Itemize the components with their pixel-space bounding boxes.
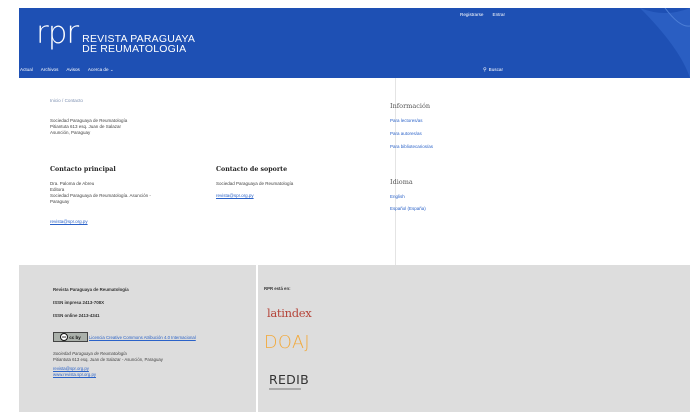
principal-affiliation-2: Paraguay: [50, 199, 70, 204]
logo-text: REVISTA PARAGUAYA DE REUMATOLOGIA: [82, 34, 195, 55]
cc-icon: cc: [60, 333, 69, 341]
breadcrumb-separator: /: [62, 98, 64, 103]
breadcrumb-current: Contacto: [64, 98, 83, 103]
nav-item-acerca-label: Acerca de: [87, 67, 109, 72]
nav-item-avisos[interactable]: Avisos: [66, 67, 79, 73]
site-logo[interactable]: rpr REVISTA PARAGUAYA DE REUMATOLOGIA: [36, 15, 195, 55]
mailing-address: Sociedad Paraguaya de Reumatología Pitia…: [50, 118, 127, 136]
main-content: Inicio / Contacto Sociedad Paraguaya de …: [19, 78, 690, 265]
support-contact-title: Contacto de soporte: [216, 166, 288, 173]
logo-mark: rpr: [36, 15, 79, 51]
breadcrumb-home[interactable]: Inicio: [50, 98, 61, 103]
register-link[interactable]: Registrarse: [460, 12, 484, 17]
doaj-logo[interactable]: DOAJ: [264, 333, 310, 353]
cc-badge-label: cc by: [69, 334, 81, 340]
breadcrumb: Inicio / Contacto: [50, 98, 83, 103]
license-link[interactable]: Licencia Creative Commons Atribución 4.0…: [89, 335, 196, 340]
search-label: Buscar: [488, 67, 503, 72]
support-name: Sociedad Paraguaya de Reumatología: [216, 181, 294, 186]
language-link-spanish[interactable]: Español (España): [390, 206, 426, 211]
creative-commons-badge[interactable]: cc cc by: [53, 332, 88, 342]
search-link[interactable]: ⚲ Buscar: [483, 67, 503, 73]
redib-logo[interactable]: REDIB: [269, 372, 309, 387]
address-line: Asunción, Paraguay: [50, 130, 91, 135]
chevron-down-icon: ⌄: [109, 67, 114, 72]
footer-email-link[interactable]: revista@spr.org.py: [53, 366, 89, 371]
footer-issn-online: ISSN online 2413-4341: [53, 313, 100, 318]
info-link-authors[interactable]: Para autores/as: [390, 131, 422, 136]
logo-line-2: DE REUMATOLOGIA: [82, 43, 187, 55]
footer-issn-print: ISSN impresa 2413-708X: [53, 300, 105, 305]
footer-divider: [256, 265, 258, 412]
nav-item-archivos[interactable]: Archivos: [41, 67, 59, 73]
search-icon: ⚲: [483, 67, 487, 73]
footer-address: Pitiantuta 613 esq. Juan de Salazar - As…: [53, 357, 163, 362]
language-link-english[interactable]: English: [390, 194, 405, 199]
info-block-title: Información: [390, 102, 431, 110]
footer-society: Sociedad Paraguaya de Reumatología: [53, 351, 127, 356]
footer-journal-name: Revista Paraguaya de Reumatología: [53, 287, 129, 292]
principal-email-link[interactable]: revista@spr.org.py: [50, 219, 88, 224]
user-nav: Registrarse Entrar: [460, 12, 505, 17]
main-nav: Actual Archivos Avisos Acerca de ⌄: [20, 67, 114, 73]
support-email-link[interactable]: revista@spr.org.py: [216, 193, 254, 198]
indexed-heading: RPR está en:: [264, 286, 291, 291]
header-decoration: [640, 8, 690, 78]
footer-web-link[interactable]: www.revista.spr.org.py: [53, 372, 96, 377]
principal-contact-title: Contacto principal: [50, 166, 116, 173]
site-header: Registrarse Entrar rpr REVISTA PARAGUAYA…: [19, 8, 690, 78]
nav-item-actual[interactable]: Actual: [20, 67, 33, 73]
info-link-librarians[interactable]: Para bibliotecarios/as: [390, 144, 433, 149]
info-link-readers[interactable]: Para lectores/as: [390, 118, 423, 123]
redib-logo-underline: [269, 388, 301, 390]
principal-contact-details: Dra. Paloma de Abreu Editora Sociedad Pa…: [50, 181, 151, 205]
login-link[interactable]: Entrar: [493, 12, 506, 17]
language-block-title: Idioma: [390, 178, 413, 186]
nav-item-acerca[interactable]: Acerca de ⌄: [88, 67, 114, 73]
latindex-logo[interactable]: latindex: [267, 306, 312, 320]
site-footer: Revista Paraguaya de Reumatología ISSN i…: [19, 265, 690, 412]
